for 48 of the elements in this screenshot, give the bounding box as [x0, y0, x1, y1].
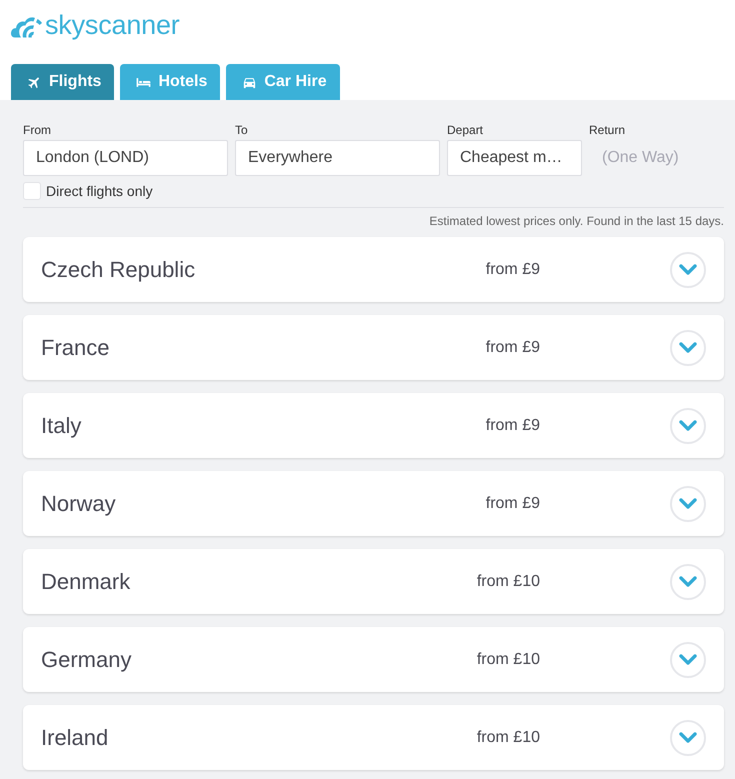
field-label: To — [235, 123, 248, 137]
country-name: Norway — [41, 490, 117, 516]
chevron-down-icon — [679, 732, 697, 743]
expand-button[interactable] — [670, 642, 706, 678]
price-text: from £10 — [476, 650, 540, 670]
chevron-down-icon — [679, 576, 697, 587]
checkbox[interactable] — [23, 182, 41, 200]
chevron-down-icon — [679, 420, 697, 431]
result-card[interactable]: Czech Republic from £9 — [23, 237, 724, 302]
price-text: from £9 — [486, 416, 540, 436]
country-name: France — [41, 334, 110, 360]
country-name: Denmark — [41, 568, 132, 594]
expand-button[interactable] — [670, 720, 706, 756]
price-text: from £9 — [486, 494, 540, 514]
expand-button[interactable] — [670, 564, 706, 600]
chevron-down-icon — [679, 654, 697, 665]
field-label: Return — [589, 123, 626, 137]
result-card[interactable]: France from £9 — [23, 315, 724, 380]
country-name: Czech Republic — [41, 256, 196, 282]
result-card[interactable]: Ireland from £10 — [23, 705, 724, 770]
field-label: From — [23, 123, 51, 137]
chevron-down-icon — [679, 342, 697, 353]
checkbox-label: Direct flights only — [46, 182, 153, 200]
plane-icon — [27, 74, 42, 90]
chevron-down-icon — [679, 264, 697, 275]
logo-text: skyscanner — [45, 10, 180, 40]
price-text: from £10 — [476, 728, 540, 748]
depart-date-field[interactable]: Cheapest m… — [447, 140, 582, 176]
price-text: from £9 — [486, 338, 540, 358]
result-card[interactable]: Norway from £9 — [23, 471, 724, 536]
chevron-down-icon — [679, 498, 697, 509]
country-name: Italy — [41, 412, 82, 438]
result-card[interactable]: Italy from £9 — [23, 393, 724, 458]
price-text: from £10 — [476, 572, 540, 592]
result-card[interactable]: Germany from £10 — [23, 627, 724, 692]
field-label: Depart — [447, 123, 484, 137]
expand-button[interactable] — [670, 486, 706, 522]
expand-button[interactable] — [670, 330, 706, 366]
origin-field[interactable]: London (LOND) — [23, 140, 228, 176]
destination-field[interactable]: Everywhere — [235, 140, 440, 176]
result-card[interactable]: Denmark from £10 — [23, 549, 724, 614]
country-name: Ireland — [41, 724, 110, 750]
expand-button[interactable] — [670, 252, 706, 288]
price-note: Estimated lowest prices only. Found in the last 15 days. — [429, 214, 724, 228]
expand-button[interactable] — [670, 408, 706, 444]
country-name: Germany — [41, 646, 132, 672]
price-text: from £9 — [486, 260, 540, 280]
tab[interactable]: Flights — [11, 64, 114, 100]
